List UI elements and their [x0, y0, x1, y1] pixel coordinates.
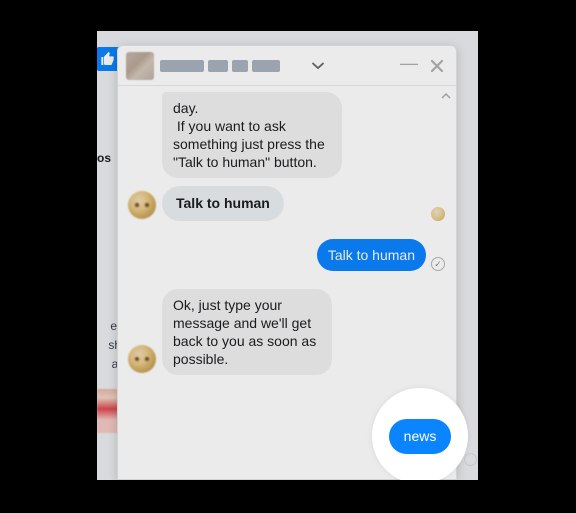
bot-avatar[interactable] [128, 191, 156, 219]
bot-avatar[interactable] [128, 345, 156, 373]
message-row: Ok, just type your message and we'll get… [128, 289, 446, 375]
minimize-button[interactable]: — [398, 53, 420, 75]
seen-indicator-icon [431, 207, 445, 221]
chat-header-title[interactable] [160, 58, 304, 74]
chat-header-avatar[interactable] [126, 52, 154, 80]
highlight-circle: news [372, 388, 468, 480]
news-quick-reply-chip[interactable]: news [389, 419, 452, 454]
chat-header: — [118, 46, 456, 86]
thumbs-up-icon [100, 51, 116, 67]
delivered-indicator-icon: ✓ [431, 257, 445, 271]
close-icon [430, 59, 444, 73]
pending-indicator-icon [464, 453, 477, 466]
message-row: Talk to human ✓ [128, 239, 446, 271]
chevron-down-icon[interactable] [310, 58, 326, 74]
quick-reply-button[interactable]: Talk to human [162, 186, 284, 221]
user-message: Talk to human [317, 239, 426, 271]
bot-message: day. If you want to ask something just p… [162, 92, 342, 178]
behind-post-fragment: os [97, 151, 117, 167]
bot-message: Ok, just type your message and we'll get… [162, 289, 332, 375]
close-button[interactable] [426, 55, 448, 77]
scroll-up-icon[interactable] [440, 90, 452, 102]
message-row: day. If you want to ask something just p… [128, 92, 446, 178]
message-row: Talk to human [128, 186, 446, 221]
